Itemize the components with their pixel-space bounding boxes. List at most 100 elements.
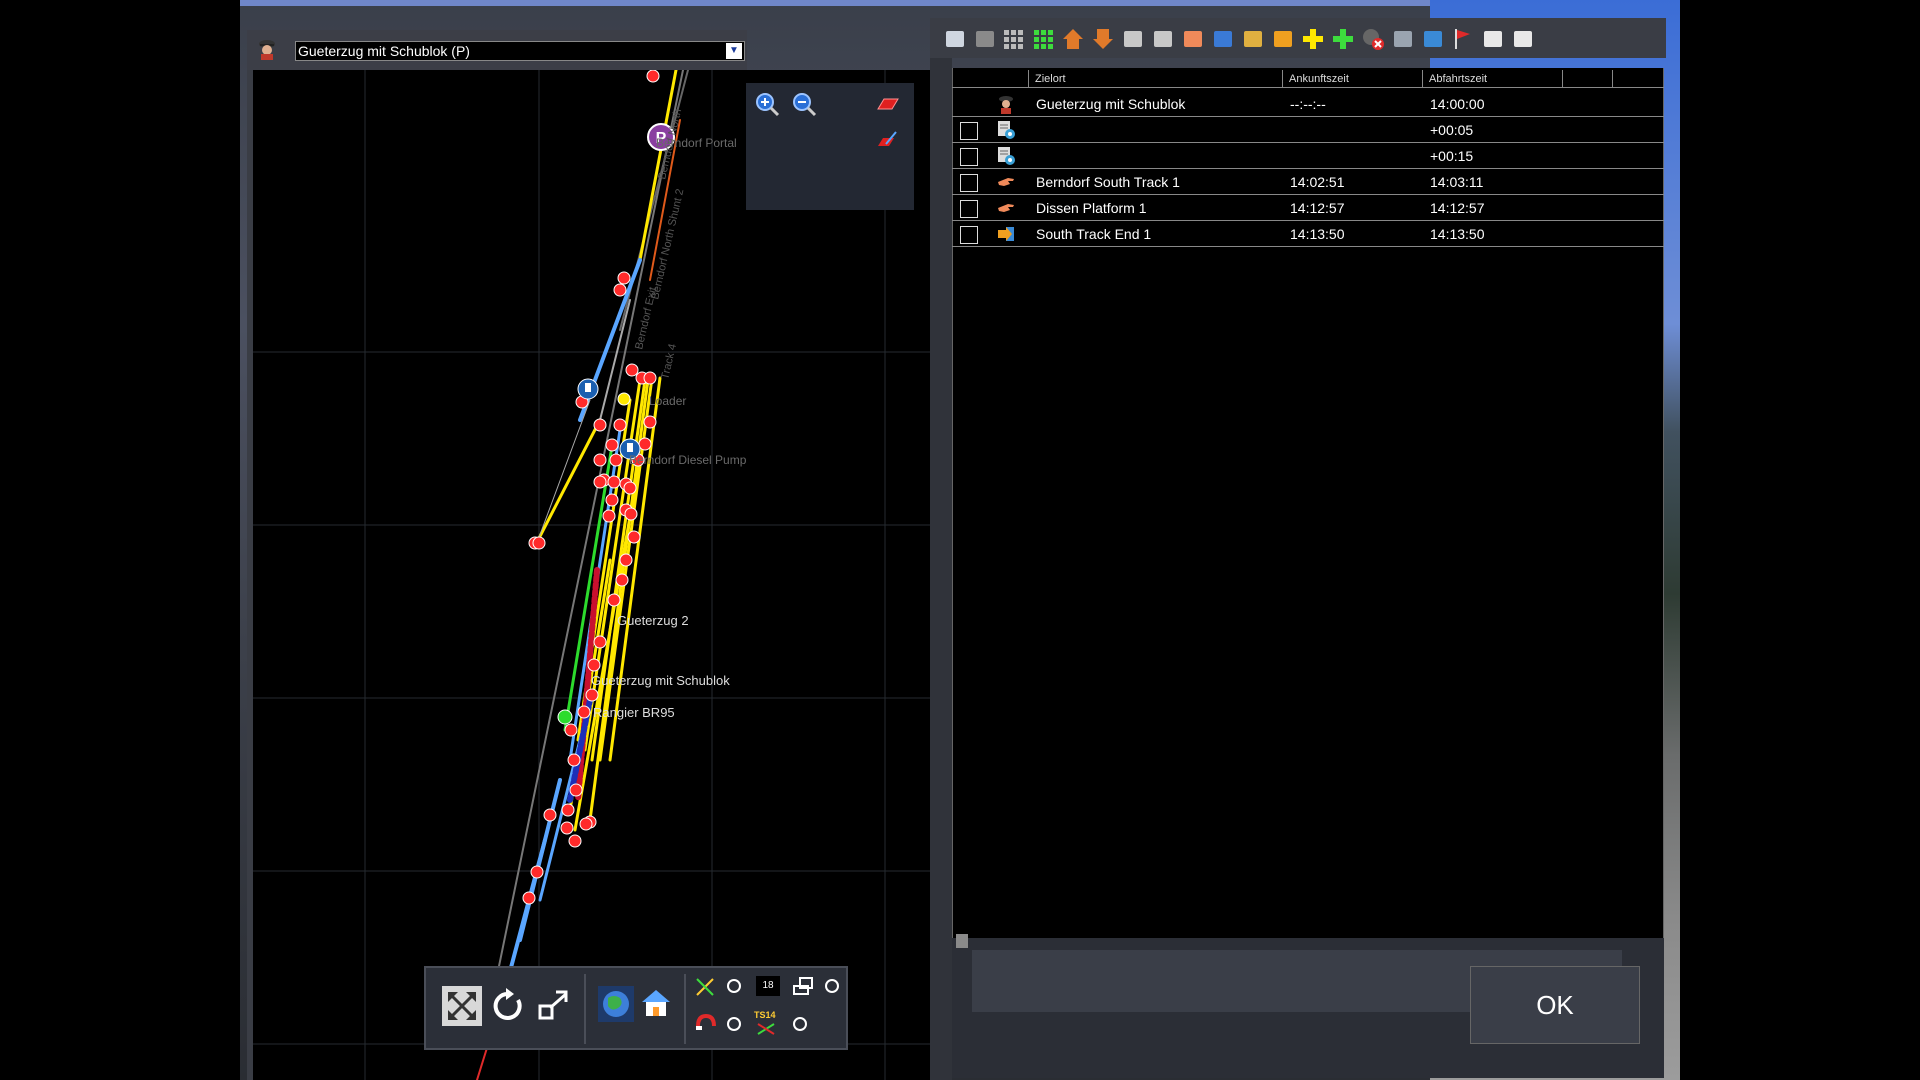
track-map-canvas[interactable]: P Berndorf North Berndorf North Shunt 2 … [253, 70, 930, 1080]
row-destination: Berndorf South Track 1 [1036, 174, 1180, 190]
schedule-row[interactable]: Gueterzug mit Schublok --:--:-- 14:00:00 [952, 91, 1664, 117]
signal-tool-icon[interactable] [694, 976, 716, 998]
column-header-extra [1612, 70, 1662, 88]
row-arrival: --:--:-- [1290, 96, 1326, 112]
split-right-icon[interactable] [1150, 26, 1176, 52]
map-label-rangier-br95: Rangier BR95 [593, 705, 675, 720]
dropdown-arrow-icon[interactable]: ▼ [726, 43, 742, 59]
people-icon[interactable] [1210, 26, 1236, 52]
wagon-tool-icon[interactable] [792, 974, 816, 998]
row-destination: Dissen Platform 1 [1036, 200, 1147, 216]
track-lines [476, 70, 689, 1080]
gear-instruction-icon [998, 121, 1015, 139]
pointing-hand-icon[interactable] [1180, 26, 1206, 52]
zoom-in-icon[interactable] [754, 91, 780, 117]
row-checkbox[interactable] [960, 174, 978, 192]
delete-icon[interactable] [972, 26, 998, 52]
rangier-marker [557, 709, 573, 725]
red-flag-icon[interactable] [1450, 26, 1476, 52]
row-departure: 14:00:00 [1430, 96, 1485, 112]
move-down-icon[interactable] [1090, 26, 1116, 52]
eraser-icon[interactable] [874, 91, 900, 117]
row-arrival: 14:12:57 [1290, 200, 1345, 216]
radio-option-icon[interactable] [824, 978, 840, 994]
ok-button[interactable]: OK [1470, 966, 1640, 1044]
add-green-icon[interactable] [1330, 26, 1356, 52]
toolbar-separator [684, 974, 686, 1044]
radio-option-icon[interactable] [726, 978, 742, 994]
expand-view-icon[interactable] [442, 986, 482, 1026]
globe-icon[interactable] [598, 986, 634, 1022]
row-destination: South Track End 1 [1036, 226, 1152, 242]
time-scale-value[interactable]: 18 [756, 976, 780, 996]
row-destination: Gueterzug mit Schublok [1036, 96, 1186, 112]
ts-track-icon [757, 1023, 775, 1035]
grid-grey-icon[interactable] [1000, 26, 1026, 52]
schedule-toolbar [930, 18, 1666, 58]
row-checkbox[interactable] [960, 226, 978, 244]
split-left-icon[interactable] [1120, 26, 1146, 52]
column-header-arrival: Ankunftszeit [1282, 70, 1422, 88]
map-label-diesel-pump: Berndorf Diesel Pump [629, 453, 747, 467]
background-right [1680, 0, 1920, 1080]
rotate-icon[interactable] [488, 986, 528, 1026]
add-yellow-icon[interactable] [1300, 26, 1326, 52]
grid-green-icon[interactable] [1030, 26, 1056, 52]
row-departure: 14:13:50 [1430, 226, 1485, 242]
map-label-gueterzug-schublok: Gueterzug mit Schublok [591, 673, 730, 688]
remove-icon[interactable] [1360, 26, 1386, 52]
map-label-berndorf-portal: Berndorf Portal [656, 136, 737, 150]
zoom-out-icon[interactable] [791, 91, 817, 117]
map-frame-right [930, 40, 952, 1080]
column-header-departure: Abfahrtszeit [1422, 70, 1562, 88]
row-departure: 14:12:57 [1430, 200, 1485, 216]
map-bottom-toolbar: 18 TS14 [424, 966, 848, 1050]
save-icon[interactable] [942, 26, 968, 52]
row-checkbox[interactable] [960, 122, 978, 140]
column-header-extra [1562, 70, 1612, 88]
ts-label: TS14 [754, 1010, 776, 1020]
wagon-icon[interactable] [1480, 26, 1506, 52]
radio-option-icon[interactable] [726, 1016, 742, 1032]
map-label-gueterzug-2: Gueterzug 2 [617, 613, 689, 628]
move-up-icon[interactable] [1060, 26, 1086, 52]
resize-icon[interactable] [534, 986, 574, 1026]
row-checkbox[interactable] [960, 200, 978, 218]
pickup-icon[interactable] [1240, 26, 1266, 52]
map-label-loader: Loader [649, 394, 687, 408]
magnet-icon[interactable] [694, 1012, 718, 1036]
schedule-row[interactable]: Berndorf South Track 1 14:02:51 14:03:11 [952, 169, 1664, 195]
row-arrival: 14:02:51 [1290, 174, 1345, 190]
train-selector[interactable]: Gueterzug mit Schublok (P) ▼ [295, 41, 745, 61]
track-end-icon [998, 227, 1014, 241]
train-selector-value: Gueterzug mit Schublok (P) [298, 43, 470, 59]
track-map[interactable]: P Berndorf North Berndorf North Shunt 2 … [253, 70, 930, 1080]
schedule-row[interactable]: South Track End 1 14:13:50 14:13:50 [952, 221, 1664, 247]
radio-option-icon[interactable] [792, 1016, 808, 1032]
pointing-hand-icon [998, 178, 1014, 186]
couple-icon[interactable] [1270, 26, 1296, 52]
map-zoom-panel [746, 83, 914, 210]
schedule-row[interactable]: +00:05 [952, 117, 1664, 143]
settings-icon[interactable] [1390, 26, 1416, 52]
pointing-hand-icon [998, 204, 1014, 212]
column-header-destination: Zielort [1028, 70, 1282, 88]
header-divider [952, 87, 1664, 88]
svg-text:Track 4: Track 4 [659, 343, 679, 381]
schedule-row[interactable]: +00:15 [952, 143, 1664, 169]
row-departure: +00:15 [1430, 148, 1474, 164]
eraser-tool-icon[interactable] [874, 126, 900, 152]
gear-instruction-icon [998, 147, 1015, 165]
resize-grip-icon[interactable] [956, 934, 968, 948]
schedule-row[interactable]: Dissen Platform 1 14:12:57 14:12:57 [952, 195, 1664, 221]
exit-icon[interactable] [1420, 26, 1446, 52]
driver-icon [259, 40, 275, 60]
driver-icon [999, 96, 1013, 114]
loader-marker [617, 392, 631, 406]
home-icon[interactable] [638, 986, 674, 1022]
background-left [0, 0, 240, 1080]
row-checkbox[interactable] [960, 148, 978, 166]
roof-icon[interactable] [1510, 26, 1536, 52]
toolbar-separator [584, 974, 586, 1044]
row-departure: +00:05 [1430, 122, 1474, 138]
